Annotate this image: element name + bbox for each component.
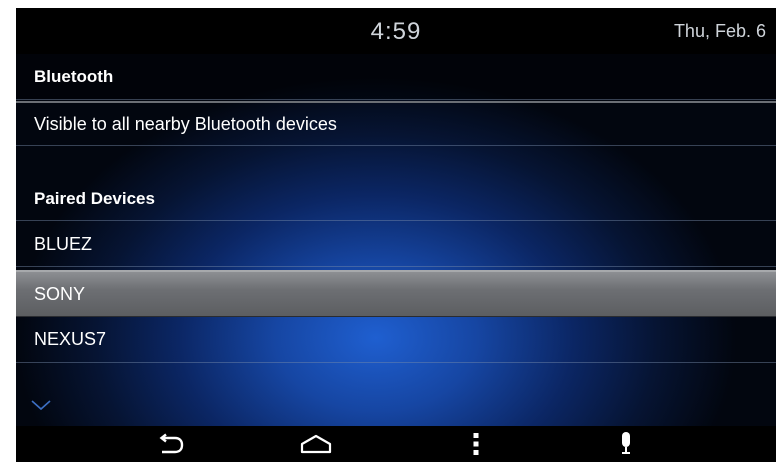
status-time: 4:59 [370,18,422,45]
menu-icon [473,433,479,455]
navigation-bar [16,426,776,462]
bluetooth-title: Bluetooth [34,66,114,86]
status-date: Thu, Feb. 6 [673,21,766,41]
paired-device-item-bluez[interactable]: BLUEZ [16,222,776,267]
microphone-button[interactable] [602,428,650,460]
paired-devices-title: Paired Devices [34,189,155,208]
back-button[interactable] [146,428,194,460]
bluetooth-section-header: Bluetooth [16,54,776,100]
bluetooth-settings-screen: 4:59 Thu, Feb. 6 Bluetooth Visible to al… [16,8,776,462]
chevron-down-icon[interactable] [30,398,52,412]
menu-button[interactable] [452,428,500,460]
status-bar: 4:59 Thu, Feb. 6 [16,8,776,54]
paired-device-label: SONY [34,283,86,304]
back-icon [159,433,184,454]
bluetooth-visibility-label: Visible to all nearby Bluetooth devices [34,113,337,134]
home-button[interactable] [292,428,340,460]
paired-device-item-sony[interactable]: SONY [16,270,776,317]
paired-device-label: BLUEZ [34,233,93,254]
home-icon [300,434,332,454]
paired-device-label: NEXUS7 [34,329,107,349]
microphone-icon [622,432,630,454]
bluetooth-visibility-item[interactable]: Visible to all nearby Bluetooth devices [16,101,776,146]
paired-devices-header: Paired Devices [16,178,776,221]
paired-device-item-nexus7[interactable]: NEXUS7 [16,317,776,363]
